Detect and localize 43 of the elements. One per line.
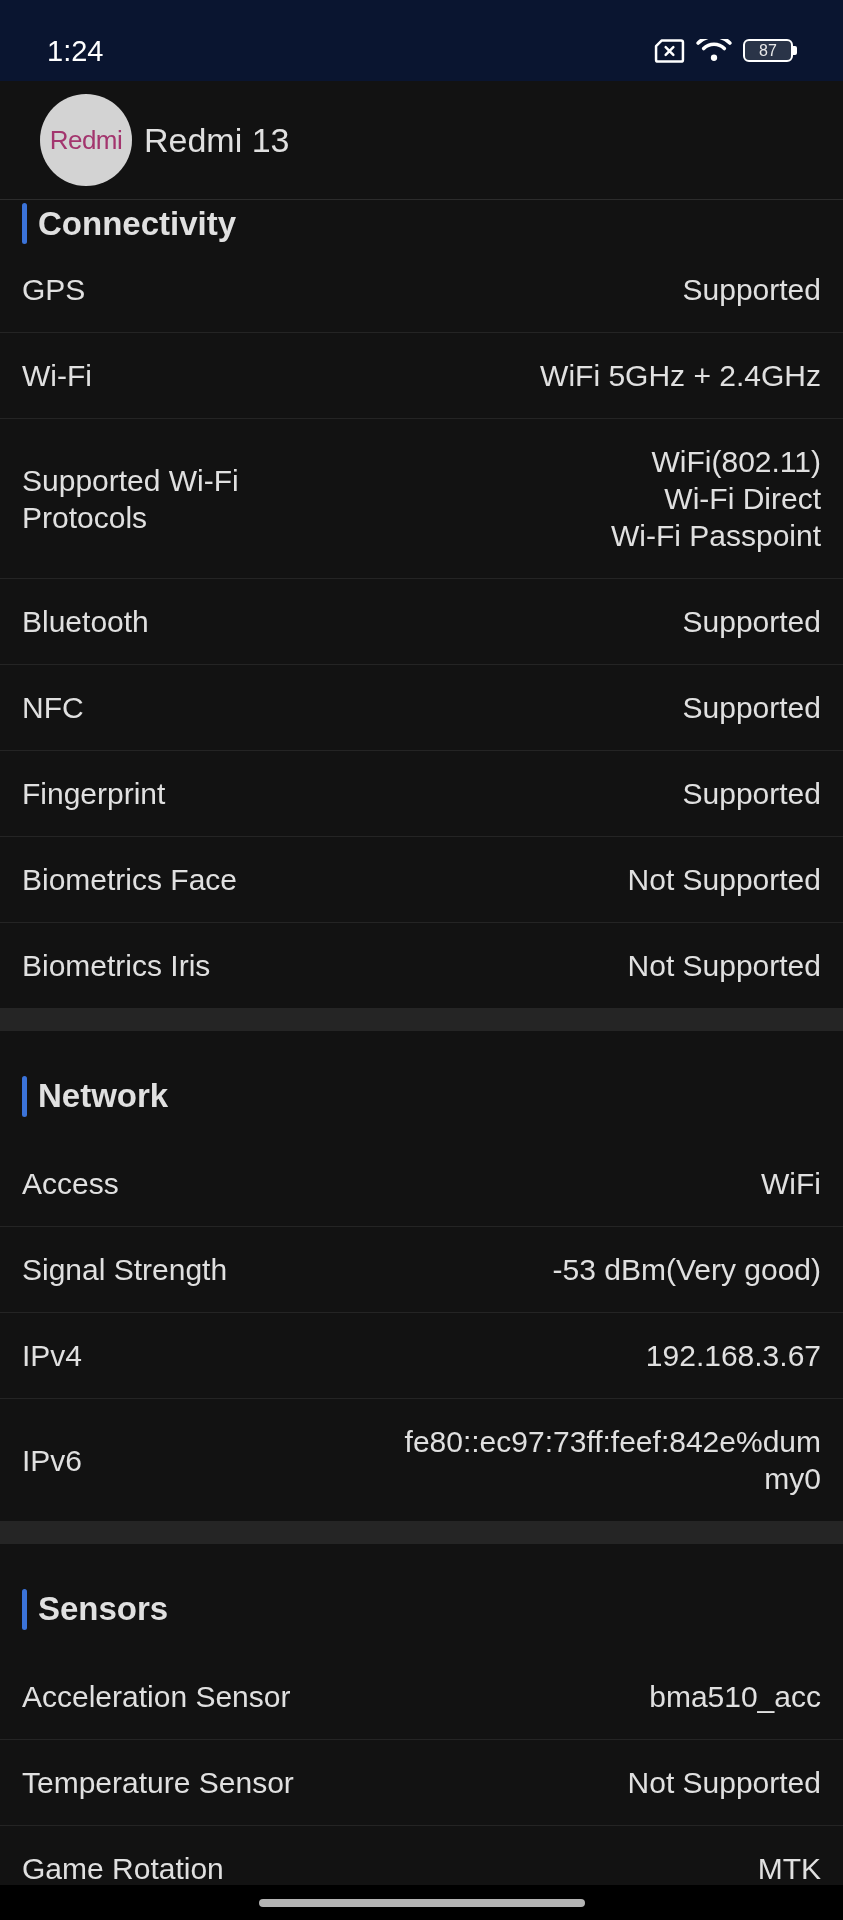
spec-value: 192.168.3.67 [645, 1338, 821, 1374]
spec-value: Not Supported [627, 862, 821, 898]
spec-label: Fingerprint [22, 776, 166, 812]
sim-x-icon [654, 38, 685, 63]
section-title: Sensors [38, 1589, 169, 1629]
spec-value: Not Supported [627, 1765, 821, 1801]
spec-value: -53 dBm(Very good) [552, 1252, 821, 1288]
spec-value: bma510_acc [649, 1679, 821, 1715]
spec-label: NFC [22, 690, 84, 726]
spec-label: IPv4 [22, 1338, 83, 1374]
spec-label: Access [22, 1166, 119, 1202]
section-title: Network [38, 1076, 169, 1116]
spec-value: Supported [682, 690, 821, 726]
spec-label: IPv6 [22, 1442, 83, 1479]
home-indicator[interactable] [258, 1898, 585, 1907]
spec-value: Not Supported [627, 948, 821, 984]
spec-value: Supported [682, 776, 821, 812]
spec-label: Temperature Sensor [22, 1765, 294, 1801]
brand-logo: Redmi [40, 94, 132, 186]
section-title: Connectivity [38, 203, 237, 244]
spec-value: Supported [682, 272, 821, 308]
spec-value: fe80::ec97:73ff:feef:842e%dummy0 [403, 1424, 821, 1497]
spec-label: Bluetooth [22, 604, 149, 640]
spec-label: Acceleration Sensor [22, 1679, 291, 1715]
spec-value: WiFi [761, 1166, 821, 1202]
spec-value: Supported [682, 604, 821, 640]
status-time: 1:24 [47, 33, 104, 68]
section-marker-icon [22, 203, 27, 244]
battery-indicator: 87 [743, 39, 797, 62]
wifi-icon [696, 38, 732, 63]
spec-label: Wi-Fi [22, 358, 92, 394]
section-marker-icon [22, 1075, 27, 1117]
spec-label: GPS [22, 272, 86, 308]
spec-label: Game Rotation [22, 1851, 224, 1885]
spec-label: Signal Strength [22, 1252, 228, 1288]
spec-label: Biometrics Iris [22, 948, 211, 984]
spec-value: MTK [757, 1851, 821, 1885]
spec-label: Supported Wi-Fi Protocols [22, 462, 240, 536]
spec-label: Biometrics Face [22, 862, 238, 898]
section-marker-icon [22, 1588, 27, 1630]
spec-value: WiFi 5GHz + 2.4GHz [540, 358, 821, 394]
spec-value: WiFi(802.11) Wi-Fi Direct Wi-Fi Passpoint [610, 444, 821, 554]
device-title: Redmi 13 [144, 120, 290, 160]
